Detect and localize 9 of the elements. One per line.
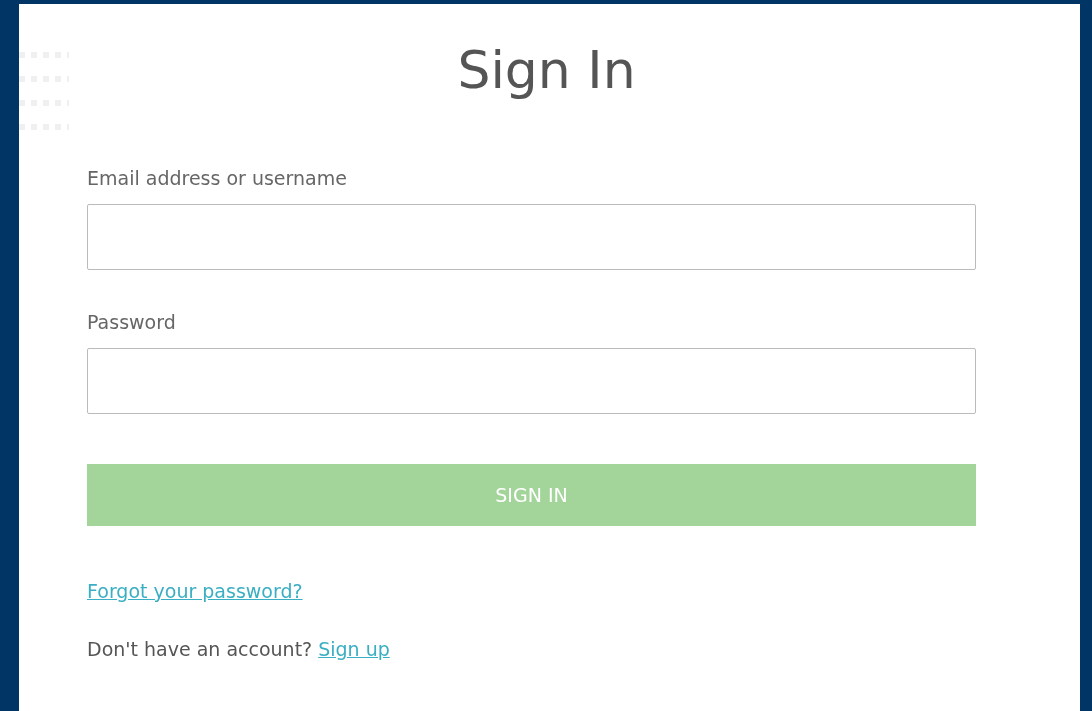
forgot-password-link[interactable]: Forgot your password? xyxy=(87,578,303,604)
signup-prompt: Don't have an account? xyxy=(87,637,313,662)
sign-up-link[interactable]: Sign up xyxy=(318,636,390,662)
input-field[interactable] xyxy=(87,348,976,414)
field-label: Email address or username xyxy=(87,166,348,190)
page-title: Sign In xyxy=(456,39,637,102)
sign-in-button[interactable]: SIGN IN xyxy=(87,464,976,526)
field-label: Password xyxy=(87,310,177,334)
input-field[interactable] xyxy=(87,204,976,270)
